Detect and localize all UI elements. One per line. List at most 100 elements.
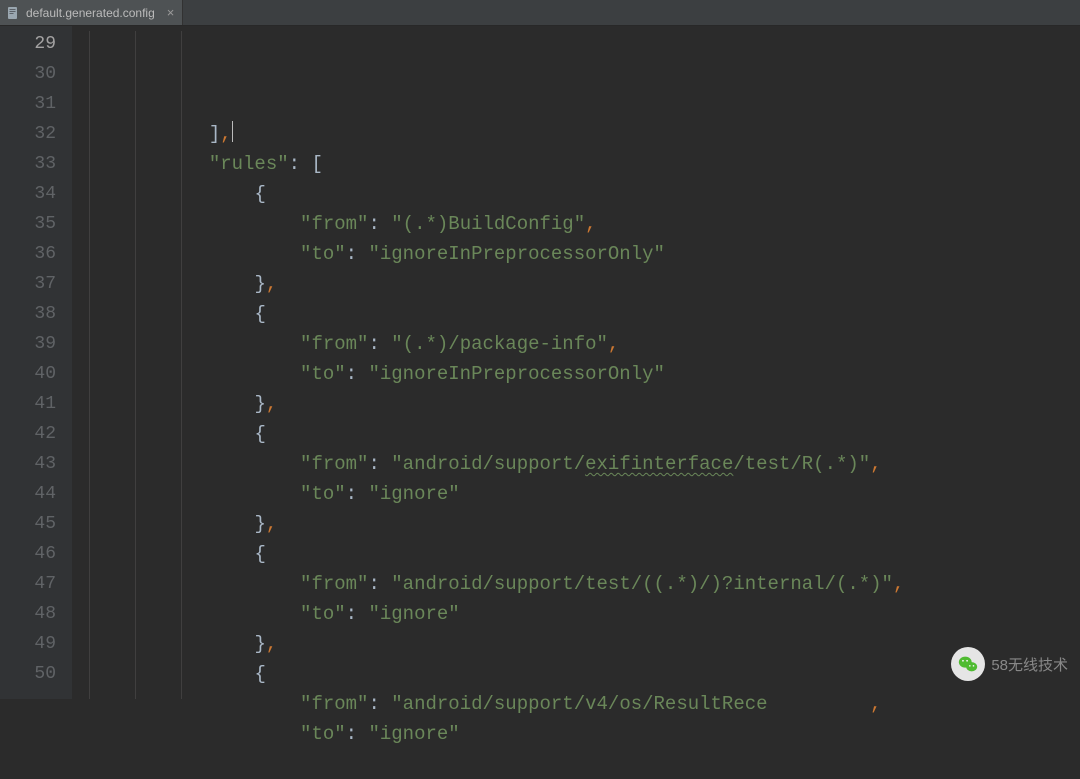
- line-number: 29: [0, 29, 56, 59]
- code-line[interactable]: "to": "ignore": [72, 479, 1080, 509]
- token: ,: [893, 573, 904, 595]
- tab-filename: default.generated.config: [26, 6, 155, 20]
- token: "to": [300, 603, 346, 625]
- token: :: [368, 213, 391, 235]
- token: "android/support/: [391, 453, 585, 475]
- token: ,: [585, 213, 596, 235]
- code-line[interactable]: "to": "ignoreInPreprocessorOnly": [72, 239, 1080, 269]
- file-icon: [6, 6, 20, 20]
- token: :: [346, 243, 369, 265]
- code-line[interactable]: "to": "ignore": [72, 599, 1080, 629]
- token: :: [368, 333, 391, 355]
- token: ,: [266, 273, 277, 295]
- editor-tab[interactable]: default.generated.config ×: [0, 0, 183, 25]
- token: ,: [608, 333, 619, 355]
- token: "android/support/v4/os/ResultRece: [391, 693, 767, 715]
- line-number: 45: [0, 509, 56, 539]
- watermark-text: 58无线技术: [991, 654, 1068, 675]
- code-line[interactable]: },: [72, 389, 1080, 419]
- token: :: [368, 573, 391, 595]
- wechat-icon: [951, 647, 985, 681]
- token: "ignoreInPreprocessorOnly": [368, 363, 664, 385]
- line-number: 35: [0, 209, 56, 239]
- token: ,: [266, 393, 277, 415]
- code-line[interactable]: "from": "(.*)/package-info",: [72, 329, 1080, 359]
- code-line[interactable]: },: [72, 509, 1080, 539]
- token: "to": [300, 243, 346, 265]
- token: ]: [209, 123, 220, 145]
- line-number: 41: [0, 389, 56, 419]
- code-line[interactable]: "to": "ignore": [72, 719, 1080, 749]
- token: /test/R(.*)": [733, 453, 870, 475]
- line-number: 46: [0, 539, 56, 569]
- line-number: 33: [0, 149, 56, 179]
- token: "android/support/test/((.*)/)?internal/(…: [391, 573, 893, 595]
- token: "from": [300, 693, 368, 715]
- code-line[interactable]: {: [72, 539, 1080, 569]
- token: ,: [266, 513, 277, 535]
- token: :: [368, 693, 391, 715]
- token: "to": [300, 363, 346, 385]
- line-number: 34: [0, 179, 56, 209]
- code-line[interactable]: "from": "(.*)BuildConfig",: [72, 209, 1080, 239]
- line-number: 37: [0, 269, 56, 299]
- token: exifinterface: [585, 453, 733, 475]
- token: "ignore": [368, 723, 459, 745]
- token: :: [346, 723, 369, 745]
- watermark: 58无线技术: [951, 647, 1068, 681]
- token: "from": [300, 573, 368, 595]
- token: ,: [266, 633, 277, 655]
- editor: 2930313233343536373839404142434445464748…: [0, 26, 1080, 699]
- code-line[interactable]: ],: [72, 119, 1080, 149]
- line-number: 31: [0, 89, 56, 119]
- token: "rules": [209, 153, 289, 175]
- token: [768, 693, 871, 715]
- token: }: [254, 513, 265, 535]
- code-area[interactable]: ], "rules": [ { "from": "(.*)BuildConfig…: [72, 26, 1080, 699]
- gutter: 2930313233343536373839404142434445464748…: [0, 26, 72, 699]
- line-number: 42: [0, 419, 56, 449]
- code-line[interactable]: [72, 749, 1080, 779]
- token: "from": [300, 213, 368, 235]
- token: {: [254, 663, 265, 685]
- line-number: 48: [0, 599, 56, 629]
- token: "ignore": [368, 603, 459, 625]
- line-number: 44: [0, 479, 56, 509]
- line-number: 47: [0, 569, 56, 599]
- line-number: 32: [0, 119, 56, 149]
- code-line[interactable]: "from": "android/support/exifinterface/t…: [72, 449, 1080, 479]
- code-line[interactable]: "to": "ignoreInPreprocessorOnly": [72, 359, 1080, 389]
- token: : [: [289, 153, 323, 175]
- code-line[interactable]: },: [72, 269, 1080, 299]
- code-line[interactable]: {: [72, 179, 1080, 209]
- token: "from": [300, 333, 368, 355]
- line-number: 43: [0, 449, 56, 479]
- token: "(.*)/package-info": [391, 333, 608, 355]
- token: ,: [870, 693, 881, 715]
- token: "to": [300, 483, 346, 505]
- token: }: [254, 393, 265, 415]
- code-line[interactable]: {: [72, 299, 1080, 329]
- token: "from": [300, 453, 368, 475]
- line-number: 38: [0, 299, 56, 329]
- token: ,: [220, 123, 231, 145]
- token: {: [254, 303, 265, 325]
- token: {: [254, 183, 265, 205]
- token: }: [254, 273, 265, 295]
- token: "to": [300, 723, 346, 745]
- text-caret: [232, 121, 233, 142]
- line-number: 39: [0, 329, 56, 359]
- close-icon[interactable]: ×: [167, 5, 175, 20]
- token: {: [254, 423, 265, 445]
- code-line[interactable]: "from": "android/support/test/((.*)/)?in…: [72, 569, 1080, 599]
- line-number: 49: [0, 629, 56, 659]
- token: :: [368, 453, 391, 475]
- code-line[interactable]: {: [72, 419, 1080, 449]
- code-line[interactable]: "rules": [: [72, 149, 1080, 179]
- line-number: 40: [0, 359, 56, 389]
- code-line[interactable]: {: [72, 659, 1080, 689]
- token: {: [254, 543, 265, 565]
- token: "(.*)BuildConfig": [391, 213, 585, 235]
- code-line[interactable]: },: [72, 629, 1080, 659]
- code-line[interactable]: "from": "android/support/v4/os/ResultRec…: [72, 689, 1080, 719]
